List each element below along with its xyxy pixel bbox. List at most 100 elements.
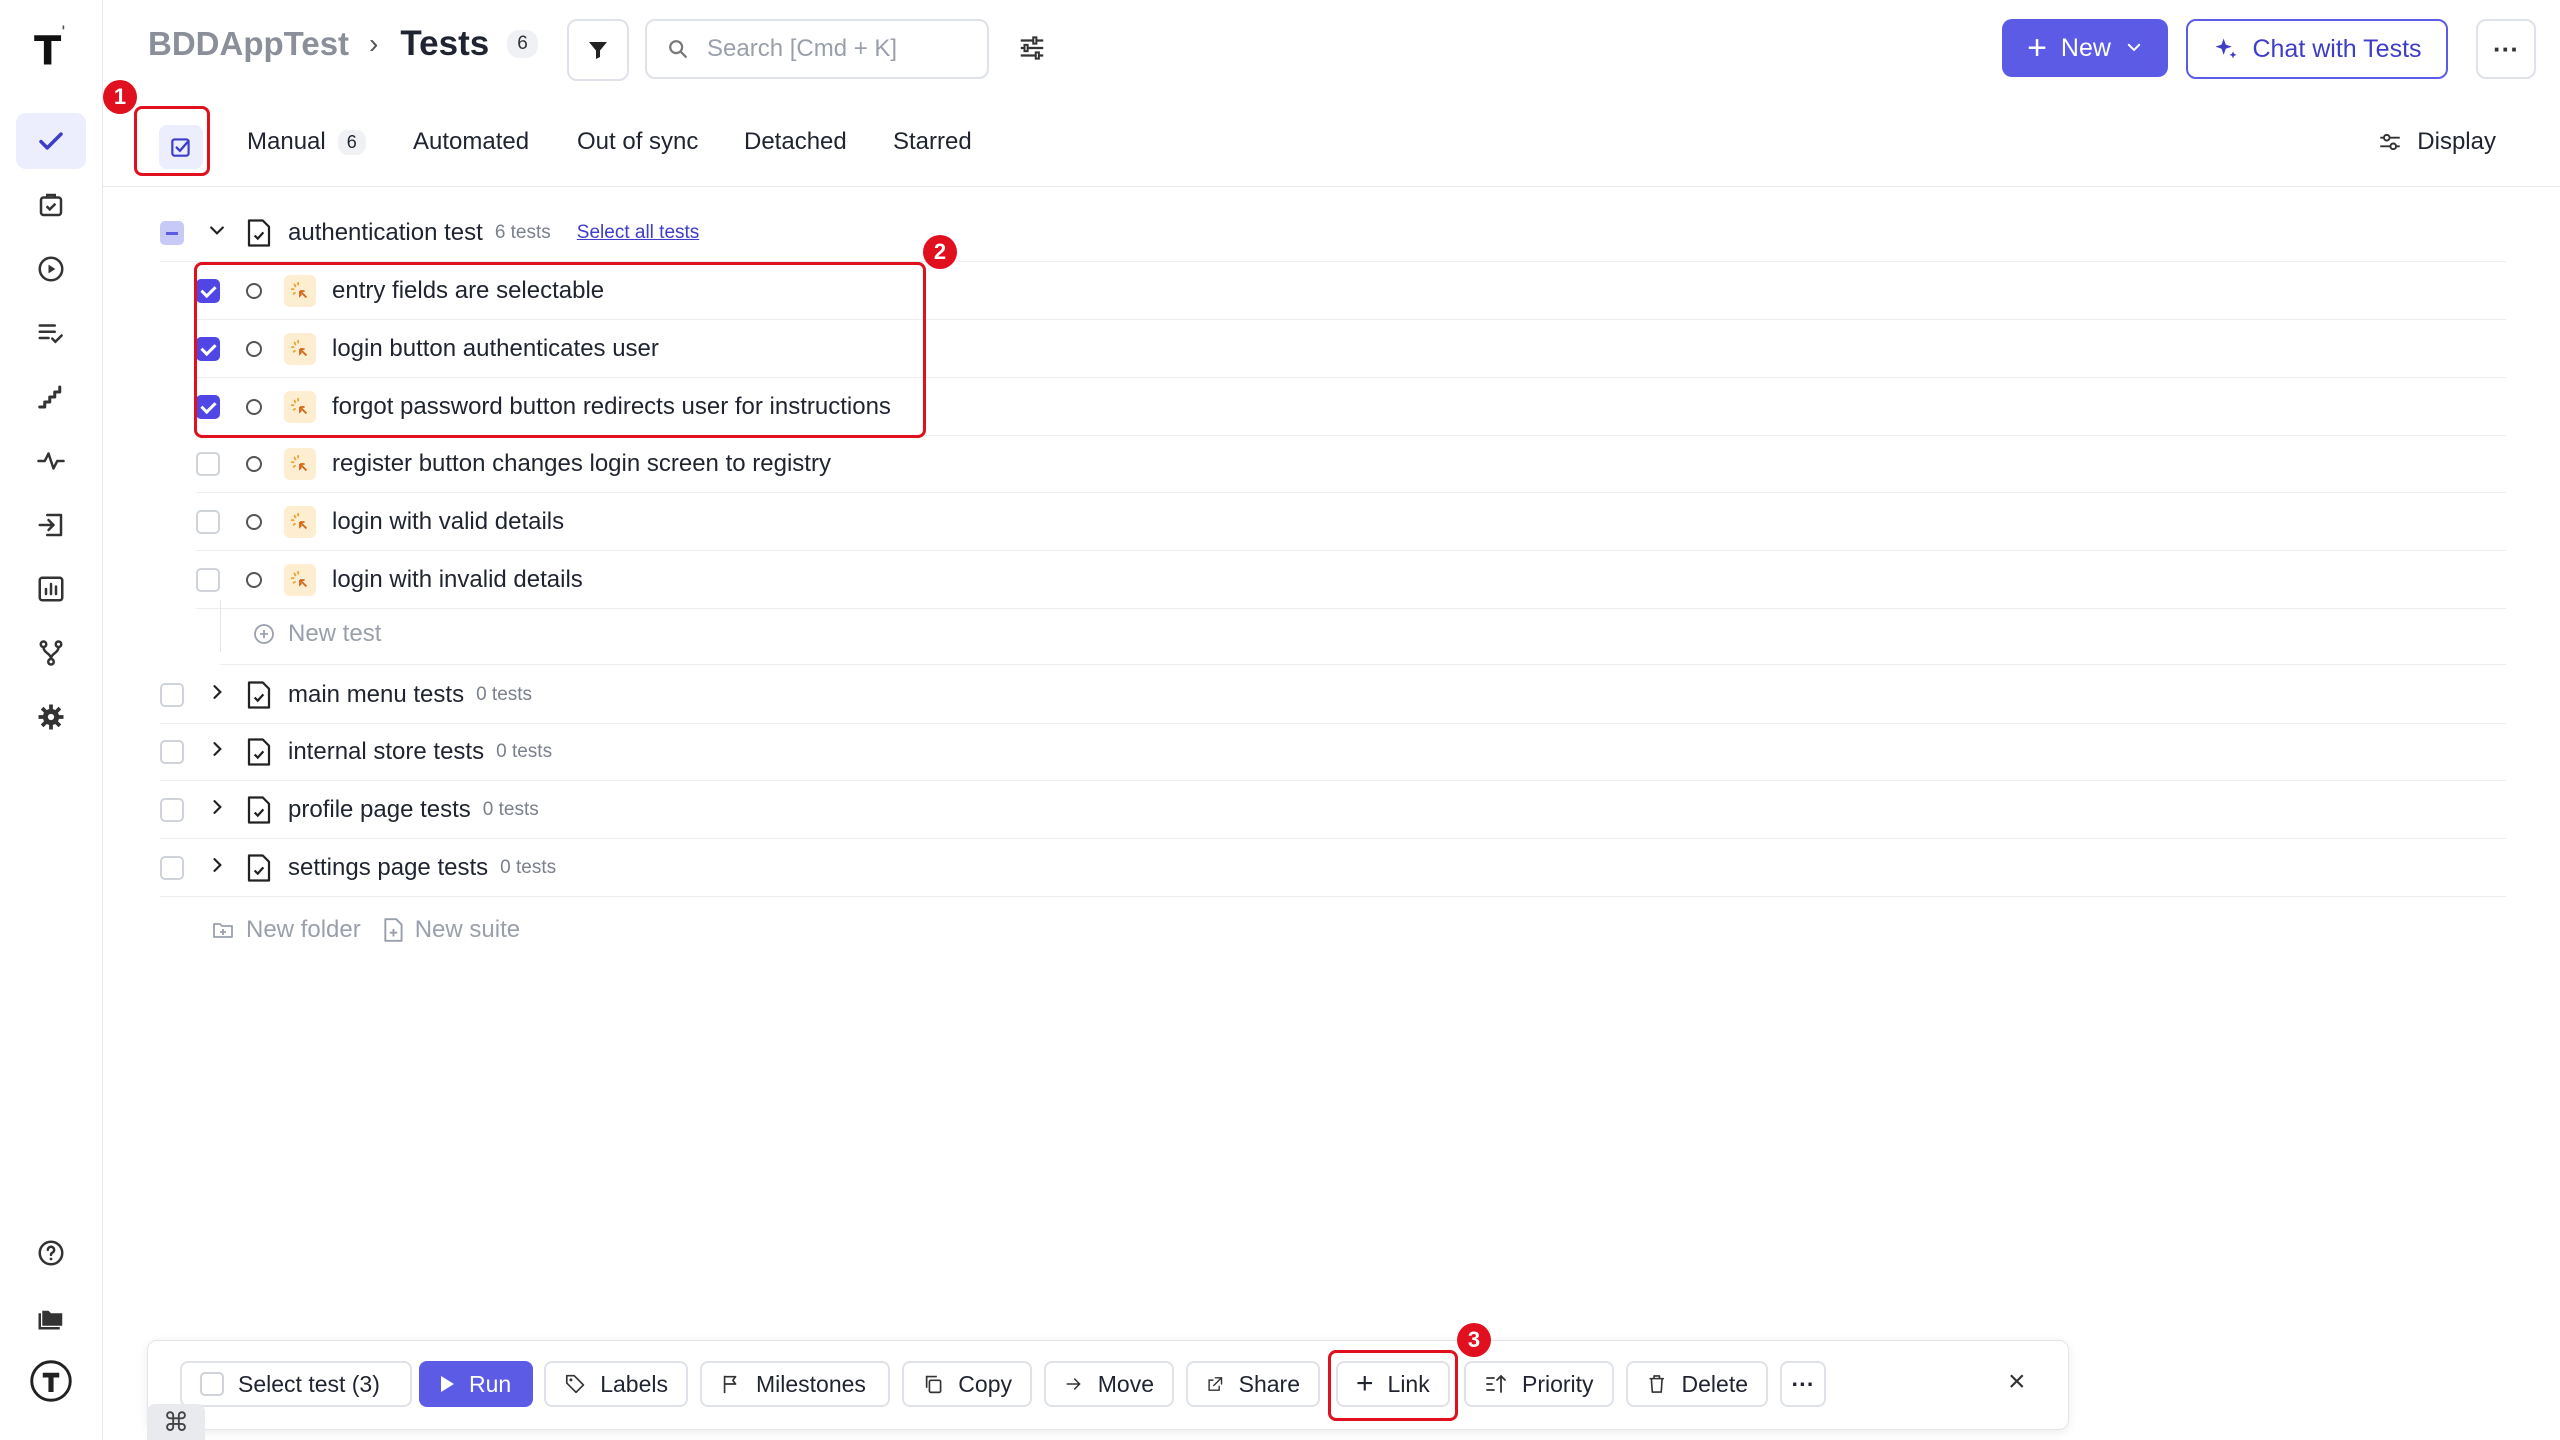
bulk-more-button[interactable]: ··· [1780,1361,1826,1407]
new-suite-button[interactable]: New suite [383,916,520,944]
sidebar-runs-icon[interactable] [16,241,86,297]
tab-automated[interactable]: Automated [413,128,529,156]
test-checkbox[interactable] [196,509,220,534]
suite-name[interactable]: profile page tests [288,796,471,824]
chat-button-label: Chat with Tests [2252,34,2422,63]
suite-file-icon [247,737,271,766]
sidebar-tests-icon[interactable] [16,113,86,169]
chevron-right-icon[interactable] [206,796,228,824]
suite-row[interactable]: main menu tests 0 tests [160,666,2506,724]
suite-row[interactable]: profile page tests 0 tests [160,781,2506,839]
view-settings-sliders-button[interactable] [1010,28,1054,68]
share-button[interactable]: Share [1186,1361,1320,1407]
suite-name[interactable]: authentication test [288,219,483,247]
chevron-right-icon[interactable] [206,738,228,766]
suite-checkbox[interactable] [160,739,184,764]
more-options-button[interactable]: ··· [2476,19,2536,79]
status-circle-icon [246,455,262,472]
move-label: Move [1097,1370,1154,1397]
command-key-hint[interactable]: ⌘ [147,1404,205,1440]
display-label: Display [2417,128,2496,155]
filter-button[interactable] [567,19,629,81]
status-circle-icon [246,513,262,530]
display-sliders-icon [2380,133,2401,151]
select-checkbox[interactable] [200,1372,224,1396]
run-button[interactable]: Run [419,1361,533,1407]
sidebar-checklist-icon[interactable] [16,305,86,361]
test-row[interactable]: register button changes login screen to … [196,435,2506,493]
new-test-button[interactable]: New test [252,620,381,648]
chat-with-tests-button[interactable]: Chat with Tests [2186,19,2448,79]
sidebar-branches-icon[interactable] [16,625,86,681]
filter-funnel-icon [589,42,607,59]
suite-file-icon [247,853,271,882]
test-name[interactable]: register button changes login screen to … [332,450,831,478]
breadcrumb-separator: › [369,28,379,59]
sidebar-help-icon[interactable] [16,1225,86,1281]
arrow-right-icon [1066,1378,1081,1390]
suite-name[interactable]: settings page tests [288,854,488,882]
close-icon[interactable]: × [2008,1365,2026,1399]
test-checkbox[interactable] [196,567,220,592]
suite-row[interactable]: internal store tests 0 tests [160,723,2506,781]
select-all-tests-link[interactable]: Select all tests [577,222,700,244]
display-button[interactable]: Display [2377,128,2496,156]
test-checkbox[interactable] [196,451,220,476]
tab-out-of-sync[interactable]: Out of sync [577,128,698,156]
suite-row[interactable]: authentication test 6 tests Select all t… [160,204,2506,262]
copy-button[interactable]: Copy [902,1361,1032,1407]
test-name[interactable]: login with invalid details [332,566,583,594]
labels-button[interactable]: Labels [544,1361,688,1407]
sidebar-projects-folder-icon[interactable] [16,1289,86,1345]
app-logo[interactable]: T' [34,24,68,71]
select-test-label: Select test (3) [238,1370,380,1397]
test-name[interactable]: login with valid details [332,508,564,536]
sidebar-steps-icon[interactable] [16,369,86,425]
chevron-right-icon[interactable] [206,854,228,882]
sidebar-import-icon[interactable] [16,497,86,553]
share-icon [1208,1377,1223,1391]
sidebar-settings-gear-icon[interactable] [16,689,86,745]
tab-manual[interactable]: Manual 6 [247,128,366,156]
copy-icon [925,1375,942,1394]
annotation-marker-1: 1 [103,80,137,114]
new-button[interactable]: + New [2002,19,2168,77]
sidebar-plans-icon[interactable] [16,177,86,233]
suite-count: 0 tests [476,683,533,705]
test-row[interactable]: login with valid details [196,493,2506,551]
suite-checkbox[interactable] [160,220,184,245]
suite-checkbox[interactable] [160,797,184,822]
chevron-down-icon [2125,34,2143,63]
suite-checkbox[interactable] [160,682,184,707]
search-field[interactable] [645,19,989,79]
new-test-label: New test [288,620,382,647]
delete-button[interactable]: Delete [1626,1361,1768,1407]
sidebar-pulse-icon[interactable] [16,433,86,489]
select-test-button[interactable]: Select test (3) [180,1361,412,1407]
move-button[interactable]: Move [1044,1361,1174,1407]
chevron-right-icon[interactable] [206,681,228,709]
priority-sort-icon [1486,1374,1506,1393]
manual-test-icon [284,447,316,480]
suite-name[interactable]: internal store tests [288,738,484,766]
trash-icon [1649,1375,1664,1393]
sidebar-profile-avatar-icon[interactable] [16,1353,86,1409]
new-folder-button[interactable]: New folder [210,916,361,944]
tab-starred[interactable]: Starred [893,128,972,156]
tag-icon [565,1374,585,1394]
priority-button[interactable]: Priority [1464,1361,1614,1407]
test-row[interactable]: login with invalid details [196,551,2506,609]
search-input[interactable] [705,34,969,64]
plus-icon: + [2027,29,2047,67]
sidebar-analytics-icon[interactable] [16,561,86,617]
milestones-button[interactable]: Milestones [700,1361,890,1407]
breadcrumb-project[interactable]: BDDAppTest [148,25,349,63]
milestones-label: Milestones [756,1370,866,1397]
page-title: Tests [400,24,490,63]
suite-count: 6 tests [494,221,551,243]
suite-name[interactable]: main menu tests [288,681,464,709]
suite-row[interactable]: settings page tests 0 tests [160,839,2506,897]
tab-detached[interactable]: Detached [744,128,847,156]
chevron-down-icon[interactable] [206,219,228,247]
suite-checkbox[interactable] [160,855,184,880]
